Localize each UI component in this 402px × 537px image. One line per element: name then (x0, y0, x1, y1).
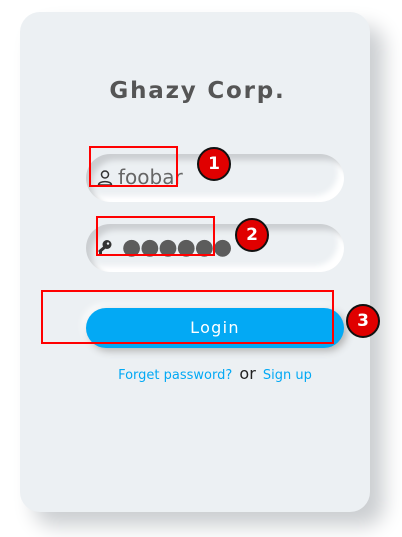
page: Ghazy Corp. foobar ●●●●●● Login Forget p… (0, 0, 402, 537)
annotation-box-password (96, 216, 215, 256)
login-card: Ghazy Corp. foobar ●●●●●● Login Forget p… (20, 12, 370, 512)
annotation-marker-3: 3 (346, 304, 380, 338)
forget-password-link[interactable]: Forget password? (118, 368, 232, 383)
sign-up-link[interactable]: Sign up (263, 368, 312, 383)
account-links: Forget password? or Sign up (20, 364, 402, 383)
or-text: or (239, 364, 256, 383)
brand-title: Ghazy Corp. (109, 78, 286, 104)
annotation-marker-2: 2 (235, 218, 269, 252)
annotation-box-login (41, 290, 334, 344)
annotation-box-username (89, 146, 178, 187)
annotation-marker-1: 1 (197, 147, 231, 181)
